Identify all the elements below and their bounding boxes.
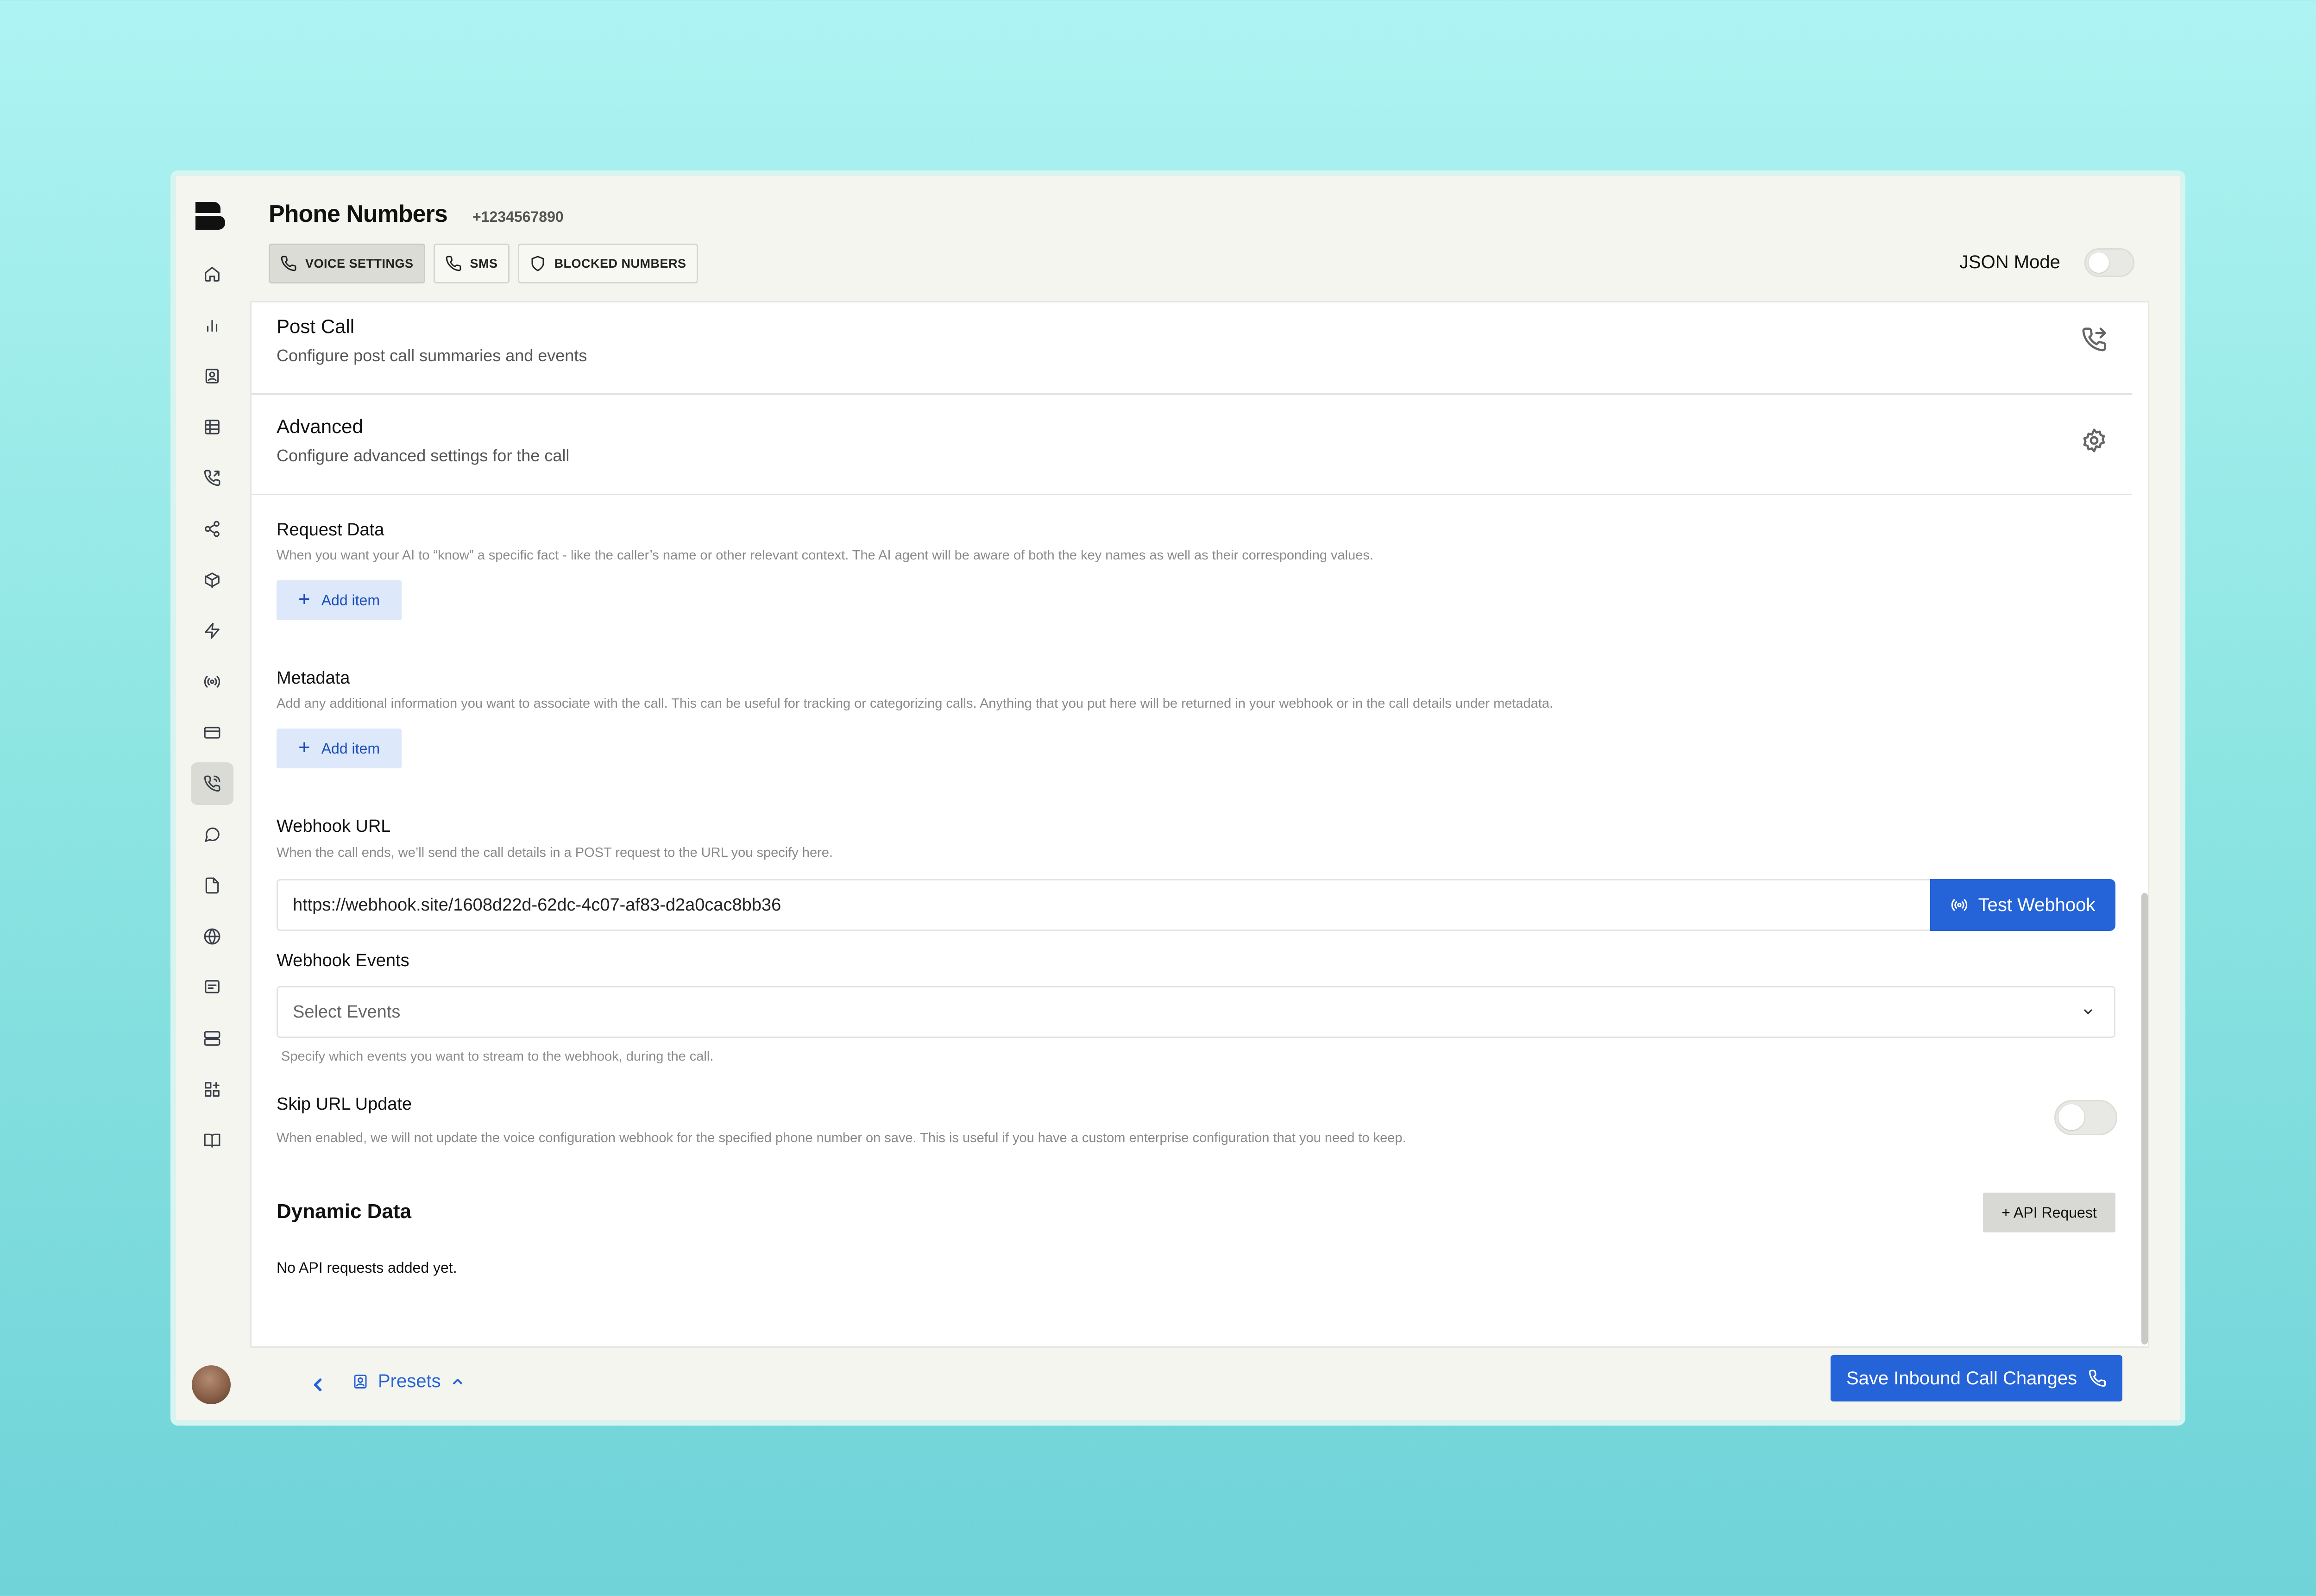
section-description: Configure post call summaries and events	[277, 346, 587, 365]
chevron-left-icon	[314, 1378, 322, 1391]
tab-label: BLOCKED NUMBERS	[554, 256, 686, 270]
tab-bar: VOICE SETTINGS SMS BLOCKED NUMBERS	[269, 244, 698, 283]
page-title: Phone Numbers	[269, 201, 448, 227]
settings-panel: Post Call Configure post call summaries …	[250, 301, 2149, 1348]
plus-icon: +	[298, 736, 310, 759]
button-label: Add item	[321, 740, 380, 757]
button-label: Add item	[321, 591, 380, 609]
phone-icon	[281, 256, 296, 271]
scrollbar[interactable]	[2141, 893, 2148, 1345]
section-description: Configure advanced settings for the call	[277, 446, 570, 465]
radio-icon	[1951, 899, 1967, 911]
chevron-up-icon	[453, 1378, 462, 1384]
phone-forward-icon	[2082, 327, 2106, 352]
message-circle-icon[interactable]	[191, 813, 233, 856]
share-icon[interactable]	[191, 508, 233, 550]
tab-label: SMS	[470, 256, 498, 270]
post-call-section[interactable]: Post Call Configure post call summaries …	[252, 302, 2132, 395]
phone-outgoing-icon[interactable]	[191, 457, 233, 499]
plus-icon: +	[298, 588, 310, 610]
lightning-icon[interactable]	[191, 609, 233, 652]
phone-call-icon[interactable]	[191, 762, 233, 805]
select-placeholder: Select Events	[293, 1002, 401, 1022]
skip-url-update-toggle[interactable]	[2054, 1100, 2117, 1135]
card-icon[interactable]	[191, 711, 233, 754]
metadata-label: Metadata	[277, 668, 350, 688]
tab-label: VOICE SETTINGS	[305, 256, 414, 270]
save-inbound-call-changes-button[interactable]: Save Inbound Call Changes	[1831, 1355, 2122, 1401]
test-webhook-button[interactable]: Test Webhook	[1930, 879, 2115, 931]
section-title: Advanced	[277, 415, 363, 437]
section-title: Post Call	[277, 315, 355, 337]
book-icon[interactable]	[191, 1119, 233, 1162]
gear-icon	[2083, 428, 2105, 452]
logo[interactable]	[195, 202, 225, 232]
avatar[interactable]	[192, 1365, 231, 1404]
webhook-url-input[interactable]: https://webhook.site/1608d22d-62dc-4c07-…	[277, 879, 1930, 931]
json-mode-label: JSON Mode	[1959, 252, 2060, 272]
input-value: https://webhook.site/1608d22d-62dc-4c07-…	[293, 895, 781, 915]
webhook-url-label: Webhook URL	[277, 817, 391, 836]
phone-icon	[446, 256, 461, 271]
home-icon[interactable]	[191, 253, 233, 295]
tab-blocked-numbers[interactable]: BLOCKED NUMBERS	[517, 244, 698, 283]
chevron-down-icon	[2083, 1009, 2093, 1015]
webhook-url-hint: When the call ends, we’ll send the call …	[277, 845, 833, 860]
add-api-request-button[interactable]: + API Request	[1983, 1193, 2115, 1232]
skip-url-update-hint: When enabled, we will not update the voi…	[277, 1131, 1406, 1145]
tab-sms[interactable]: SMS	[433, 244, 510, 283]
message-square-icon[interactable]	[191, 966, 233, 1009]
skip-url-update-label: Skip URL Update	[277, 1094, 412, 1114]
presets-button[interactable]: Presets	[352, 1371, 465, 1392]
radio-icon[interactable]	[191, 660, 233, 703]
add-request-data-button[interactable]: + Add item	[277, 580, 402, 620]
presets-label: Presets	[378, 1371, 441, 1391]
advanced-section[interactable]: Advanced Configure advanced settings for…	[252, 395, 2132, 495]
dynamic-data-label: Dynamic Data	[277, 1200, 412, 1223]
webhook-events-hint: Specify which events you want to stream …	[281, 1049, 714, 1064]
box-icon[interactable]	[191, 559, 233, 601]
phone-icon	[2089, 1370, 2106, 1387]
app-window: Phone Numbers +1234567890 VOICE SETTINGS…	[170, 170, 2185, 1426]
sidebar	[176, 176, 250, 1420]
phone-number: +1234567890	[472, 208, 564, 225]
metadata-hint: Add any additional information you want …	[277, 696, 1554, 711]
contact-icon	[354, 1374, 367, 1389]
globe-icon[interactable]	[191, 915, 233, 958]
webhook-events-select[interactable]: Select Events	[277, 986, 2115, 1038]
widgets-icon[interactable]	[191, 1068, 233, 1111]
dynamic-data-empty: No API requests added yet.	[277, 1259, 457, 1276]
add-metadata-button[interactable]: + Add item	[277, 729, 402, 768]
table-icon[interactable]	[191, 406, 233, 448]
button-label: Test Webhook	[1978, 894, 2096, 915]
webhook-events-label: Webhook Events	[277, 951, 409, 970]
sidebar-nav	[191, 253, 233, 1170]
file-icon[interactable]	[191, 864, 233, 907]
back-button[interactable]	[298, 1365, 337, 1404]
json-mode-toggle[interactable]	[2084, 248, 2134, 277]
shield-icon	[531, 256, 544, 271]
server-icon[interactable]	[191, 1017, 233, 1060]
request-data-hint: When you want your AI to “know” a specif…	[277, 548, 1373, 563]
request-data-label: Request Data	[277, 520, 384, 540]
contact-icon[interactable]	[191, 355, 233, 397]
chart-icon[interactable]	[191, 304, 233, 346]
tab-voice-settings[interactable]: VOICE SETTINGS	[269, 244, 425, 283]
button-label: Save Inbound Call Changes	[1846, 1368, 2077, 1389]
